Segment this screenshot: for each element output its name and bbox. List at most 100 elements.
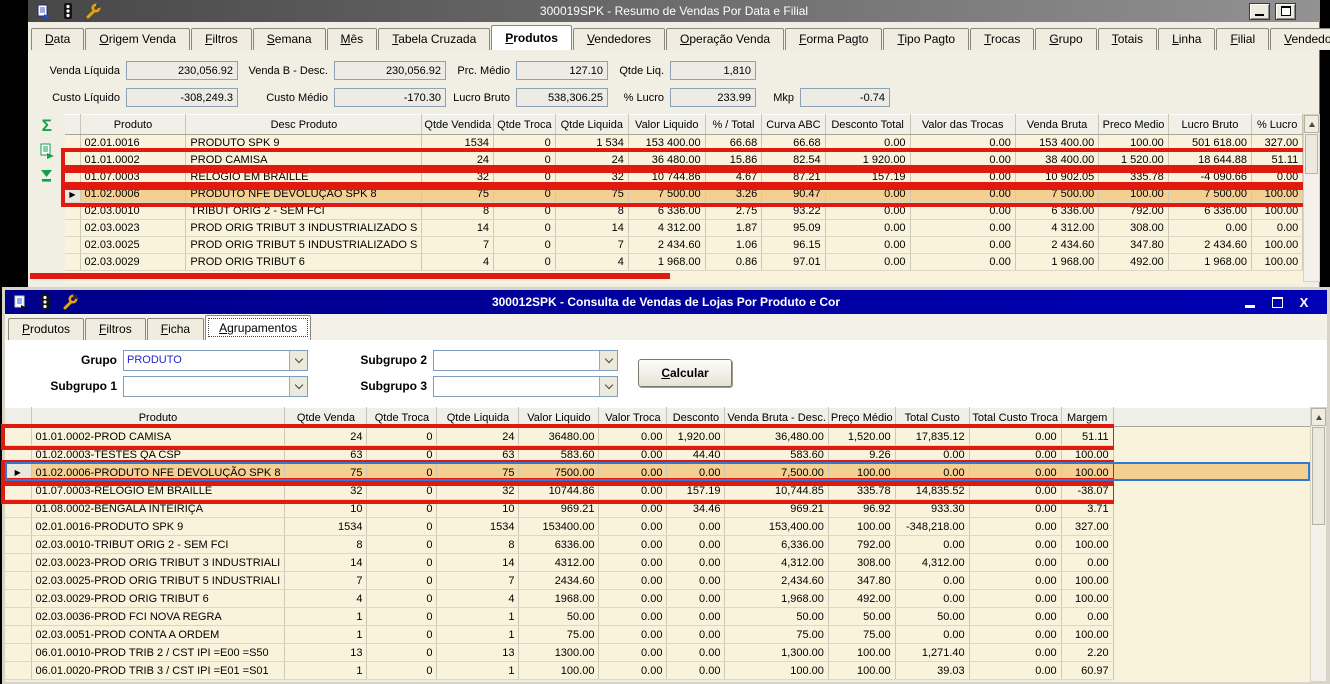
chevron-down-icon[interactable] (599, 377, 617, 396)
scroll-up-button[interactable] (1311, 408, 1326, 426)
column-header-total[interactable]: % / Total (705, 115, 762, 135)
tab-data[interactable]: Data (31, 28, 84, 50)
table-row[interactable]: 06.01.0010-PROD TRIB 2 / CST IPI =E00 =S… (5, 644, 1113, 662)
column-header-qtde-troca[interactable]: Qtde Troca (367, 408, 437, 428)
subgrupo1-combobox[interactable] (123, 376, 308, 397)
scroll-thumb[interactable] (1312, 427, 1325, 525)
column-header-qtde-troca[interactable]: Qtde Troca (494, 115, 556, 135)
column-header-pre-o-m-dio[interactable]: Preço Médio (828, 408, 895, 428)
tab-grupo[interactable]: Grupo (1035, 28, 1096, 50)
table-row[interactable]: 02.03.0036-PROD FCI NOVA REGRA10150.000.… (5, 608, 1113, 626)
chevron-down-icon[interactable] (289, 351, 307, 370)
tab-vendedores[interactable]: Vendedores (573, 28, 665, 50)
titlebar[interactable]: 300012SPK - Consulta de Vendas de Lojas … (5, 290, 1327, 314)
tab-produtos[interactable]: Produtos (8, 318, 84, 340)
column-header-curva-abc[interactable]: Curva ABC (762, 115, 825, 135)
column-header-margem[interactable]: Margem (1061, 408, 1113, 428)
tab-m-s[interactable]: Mês (327, 28, 378, 50)
tab-filtros[interactable]: Filtros (191, 28, 252, 50)
column-header-desconto[interactable]: Desconto (667, 408, 725, 428)
tab-filial[interactable]: Filial (1216, 28, 1269, 50)
column-header-produto[interactable]: Produto (80, 115, 186, 135)
column-header-lucro-bruto[interactable]: Lucro Bruto (1168, 115, 1251, 135)
column-header-venda-bruta[interactable]: Venda Bruta (1015, 115, 1098, 135)
table-row[interactable]: 02.03.0010TRIBUT ORIG 2 - SEM FCI8086 33… (65, 203, 1302, 220)
export-grid-icon[interactable] (38, 142, 56, 159)
table-row[interactable]: 01.07.0003RELOGIO EM BRAILLE3203210 744.… (65, 169, 1302, 186)
table-row[interactable]: ▶01.02.0006-PRODUTO NFE DEVOLUÇÃO SPK 87… (5, 464, 1113, 482)
column-header-produto[interactable]: Produto (31, 408, 285, 428)
table-row[interactable]: 02.03.0025PROD ORIG TRIBUT 5 INDUSTRIALI… (65, 237, 1302, 254)
chevron-down-icon[interactable] (599, 351, 617, 370)
tab-opera-o-venda[interactable]: Operação Venda (666, 28, 784, 50)
table-row[interactable]: 01.08.0002-BENGALA INTEIRIÇA10010969.210… (5, 500, 1113, 518)
vertical-scrollbar[interactable] (1303, 114, 1320, 282)
table-row[interactable]: 06.01.0020-PROD TRIB 3 / CST IPI =E01 =S… (5, 662, 1113, 680)
table-row[interactable]: 01.01.0002PROD CAMISA2402436 480.0015.86… (65, 152, 1302, 169)
table-row[interactable]: 02.03.0029PROD ORIG TRIBUT 64041 968.000… (65, 254, 1302, 271)
column-header-total-custo[interactable]: Total Custo (895, 408, 969, 428)
table-row[interactable]: 02.01.0016PRODUTO SPK 9153401 534153 400… (65, 135, 1302, 152)
export-document-icon[interactable] (34, 3, 52, 20)
table-row[interactable]: 01.01.0002-PROD CAMISA2402436480.000.001… (5, 428, 1113, 446)
column-header-venda-bruta-desc[interactable]: Venda Bruta - Desc. (725, 408, 828, 428)
column-header-desconto-total[interactable]: Desconto Total (825, 115, 910, 135)
column-header-desc-produto[interactable]: Desc Produto (186, 115, 422, 135)
tab-forma-pagto[interactable]: Forma Pagto (785, 28, 882, 50)
traffic-light-icon[interactable] (36, 294, 54, 311)
column-header-valor-liquido[interactable]: Valor Liquido (628, 115, 705, 135)
table-row[interactable]: 02.03.0010-TRIBUT ORIG 2 - SEM FCI808633… (5, 536, 1113, 554)
subgrupo2-combobox[interactable] (433, 350, 618, 371)
column-header-preco-medio[interactable]: Preco Medio (1099, 115, 1169, 135)
wrench-icon[interactable] (61, 294, 79, 311)
export-document-icon[interactable] (11, 294, 29, 311)
column-header-valor-liquido[interactable]: Valor Liquido (519, 408, 599, 428)
minimize-button[interactable] (1249, 3, 1270, 20)
subgrupo3-combobox[interactable] (433, 376, 618, 397)
tab-produtos[interactable]: Produtos (491, 25, 572, 50)
column-header-qtde-liquida[interactable]: Qtde Liquida (437, 408, 519, 428)
table-row[interactable]: 01.07.0003-RELOGIO EM BRAILLE3203210744.… (5, 482, 1113, 500)
tab-origem-venda[interactable]: Origem Venda (85, 28, 190, 50)
chevron-down-icon[interactable] (289, 377, 307, 396)
table-row[interactable]: 02.03.0025-PROD ORIG TRIBUT 5 INDUSTRIAL… (5, 572, 1113, 590)
restore-button[interactable] (1275, 3, 1296, 20)
maximize-button[interactable] (1266, 294, 1288, 311)
table-row[interactable]: 02.03.0051-PROD CONTA A ORDEM10175.000.0… (5, 626, 1113, 644)
column-header-qtde-vendida[interactable]: Qtde Vendida (422, 115, 494, 135)
vertical-scrollbar[interactable] (1310, 407, 1327, 682)
column-header-total-custo-troca[interactable]: Total Custo Troca (969, 408, 1061, 428)
grupo-combobox[interactable]: PRODUTO (123, 350, 308, 371)
tab-tipo-pagto[interactable]: Tipo Pagto (883, 28, 969, 50)
tab-semana[interactable]: Semana (253, 28, 326, 50)
calcular-button[interactable]: Calcular (638, 359, 732, 387)
column-header-qtde-venda[interactable]: Qtde Venda (285, 408, 367, 428)
close-button[interactable]: X (1293, 294, 1315, 311)
column-header-valor-troca[interactable]: Valor Troca (599, 408, 667, 428)
tab-linha[interactable]: Linha (1158, 28, 1215, 50)
tab-agrupamentos[interactable]: Agrupamentos (205, 315, 311, 340)
table-row[interactable]: 02.03.0029-PROD ORIG TRIBUT 64041968.000… (5, 590, 1113, 608)
scroll-up-button[interactable] (1304, 115, 1319, 133)
traffic-light-icon[interactable] (59, 3, 77, 20)
column-header-qtde-liquida[interactable]: Qtde Liquida (555, 115, 628, 135)
tab-trocas[interactable]: Trocas (970, 28, 1034, 50)
tab-filtros[interactable]: Filtros (85, 318, 146, 340)
column-header-valor-das-trocas[interactable]: Valor das Trocas (910, 115, 1015, 135)
tab-tabela-cruzada[interactable]: Tabela Cruzada (378, 28, 490, 50)
table-row[interactable]: 02.03.0023-PROD ORIG TRIBUT 3 INDUSTRIAL… (5, 554, 1113, 572)
table-row[interactable]: ▶01.02.0006PRODUTO NFE DEVOLUÇAO SPK 875… (65, 186, 1302, 203)
tab-totais[interactable]: Totais (1098, 28, 1157, 50)
wrench-icon[interactable] (84, 3, 102, 20)
sum-icon[interactable]: Σ (38, 117, 56, 134)
titlebar[interactable]: 300019SPK - Resumo de Vendas Por Data e … (28, 0, 1320, 22)
tab-vendedor-filial[interactable]: Vendedor/Filial (1270, 28, 1330, 50)
table-row[interactable]: 02.03.0023PROD ORIG TRIBUT 3 INDUSTRIALI… (65, 220, 1302, 237)
table-row[interactable]: 01.02.0003-TESTES QA CSP63063583.600.004… (5, 446, 1113, 464)
scroll-thumb[interactable] (1305, 134, 1318, 174)
minimize-button[interactable] (1239, 294, 1261, 311)
column-header-lucro[interactable]: % Lucro (1252, 115, 1303, 135)
filter-down-icon[interactable] (38, 167, 56, 184)
tab-ficha[interactable]: Ficha (147, 318, 204, 340)
table-row[interactable]: 02.01.0016-PRODUTO SPK 9153401534153400.… (5, 518, 1113, 536)
